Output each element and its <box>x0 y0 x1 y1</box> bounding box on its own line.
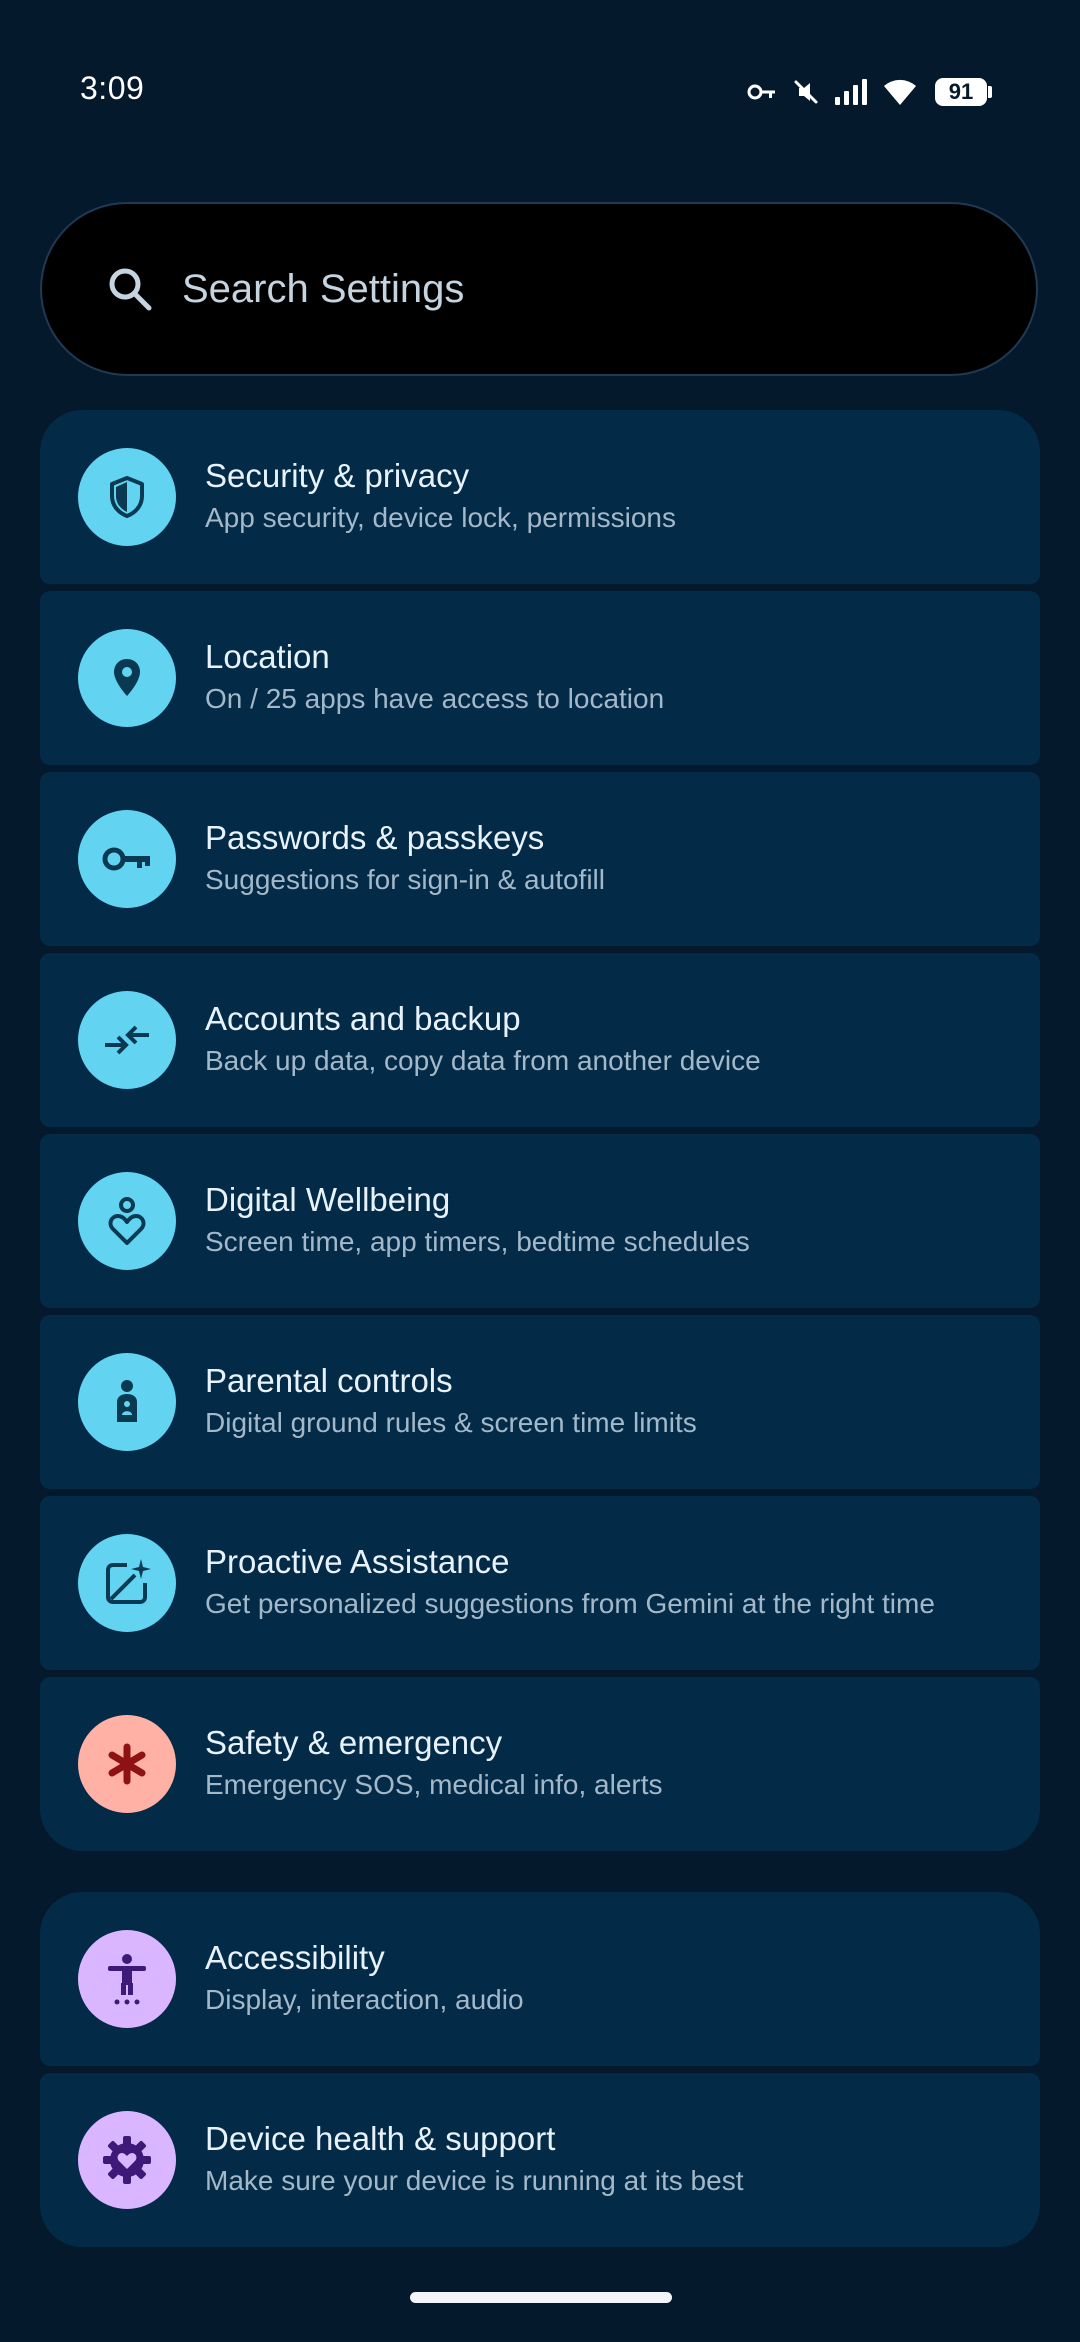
icon-container <box>78 1534 176 1632</box>
wellbeing-heart-icon <box>108 1197 146 1245</box>
wifi-icon <box>884 79 916 105</box>
item-subtitle: Emergency SOS, medical info, alerts <box>205 1769 663 1800</box>
gear-heart-icon <box>103 2136 151 2184</box>
item-title: Passwords & passkeys <box>205 819 545 856</box>
status-bar: 3:09 91 <box>0 0 1080 180</box>
key-icon <box>102 847 150 871</box>
item-subtitle: Screen time, app timers, bedtime schedul… <box>205 1226 750 1257</box>
item-subtitle: Suggestions for sign-in & autofill <box>205 864 605 895</box>
signal-icon <box>835 79 867 105</box>
item-title: Proactive Assistance <box>205 1543 510 1580</box>
status-icons: 91 <box>747 72 992 112</box>
settings-item-accessibility[interactable]: Accessibility Display, interaction, audi… <box>40 1892 1040 2066</box>
battery-tip <box>988 86 992 98</box>
item-subtitle: Make sure your device is running at its … <box>205 2165 744 2196</box>
item-title: Security & privacy <box>205 457 470 494</box>
icon-container <box>78 1353 176 1451</box>
settings-group-main: Security & privacy App security, device … <box>40 410 1040 1851</box>
settings-item-digital-wellbeing[interactable]: Digital Wellbeing Screen time, app timer… <box>40 1134 1040 1308</box>
search-placeholder: Search Settings <box>182 266 465 311</box>
accessibility-icon <box>108 1954 146 2005</box>
settings-item-location[interactable]: Location On / 25 apps have access to loc… <box>40 591 1040 765</box>
search-icon <box>109 268 152 311</box>
settings-group-secondary: Accessibility Display, interaction, audi… <box>40 1892 1040 2247</box>
item-title: Location <box>205 638 330 675</box>
item-title: Safety & emergency <box>205 1724 503 1761</box>
item-title: Accounts and backup <box>205 1000 521 1037</box>
icon-container <box>78 991 176 1089</box>
settings-item-safety-emergency[interactable]: Safety & emergency Emergency SOS, medica… <box>40 1677 1040 1851</box>
location-pin-icon <box>114 659 140 696</box>
item-title: Accessibility <box>205 1939 385 1976</box>
item-subtitle: Back up data, copy data from another dev… <box>205 1045 761 1076</box>
item-title: Digital Wellbeing <box>205 1181 451 1218</box>
sparkle-edit-icon <box>106 1559 151 1604</box>
settings-item-security-privacy[interactable]: Security & privacy App security, device … <box>40 410 1040 584</box>
battery-level: 91 <box>935 78 987 106</box>
settings-item-device-health[interactable]: Device health & support Make sure your d… <box>40 2073 1040 2247</box>
shield-icon <box>110 476 144 518</box>
home-indicator[interactable] <box>410 2292 672 2303</box>
icon-container <box>78 1172 176 1270</box>
item-title: Parental controls <box>205 1362 453 1399</box>
item-subtitle: On / 25 apps have access to location <box>205 683 665 714</box>
icon-container <box>78 448 176 546</box>
item-subtitle: Get personalized suggestions from Gemini… <box>205 1588 935 1619</box>
medical-asterisk-icon <box>108 1743 146 1785</box>
settings-item-passwords-passkeys[interactable]: Passwords & passkeys Suggestions for sig… <box>40 772 1040 946</box>
icon-container <box>78 629 176 727</box>
icon-container <box>78 810 176 908</box>
icon-container <box>78 1930 176 2028</box>
sync-arrows-icon <box>105 1025 149 1055</box>
mute-icon <box>794 80 818 104</box>
child-icon <box>117 1380 137 1422</box>
settings-item-accounts-backup[interactable]: Accounts and backup Back up data, copy d… <box>40 953 1040 1127</box>
icon-container <box>78 2111 176 2209</box>
settings-item-parental-controls[interactable]: Parental controls Digital ground rules &… <box>40 1315 1040 1489</box>
settings-item-proactive-assistance[interactable]: Proactive Assistance Get personalized su… <box>40 1496 1040 1670</box>
item-title: Device health & support <box>205 2120 556 2157</box>
item-subtitle: App security, device lock, permissions <box>205 502 676 533</box>
search-bar[interactable]: Search Settings <box>40 202 1038 376</box>
item-subtitle: Digital ground rules & screen time limit… <box>205 1407 697 1438</box>
item-subtitle: Display, interaction, audio <box>205 1984 524 2015</box>
vpn-key-icon <box>747 84 775 100</box>
icon-container <box>78 1715 176 1813</box>
status-time: 3:09 <box>80 70 145 106</box>
battery-icon: 91 <box>931 78 992 106</box>
